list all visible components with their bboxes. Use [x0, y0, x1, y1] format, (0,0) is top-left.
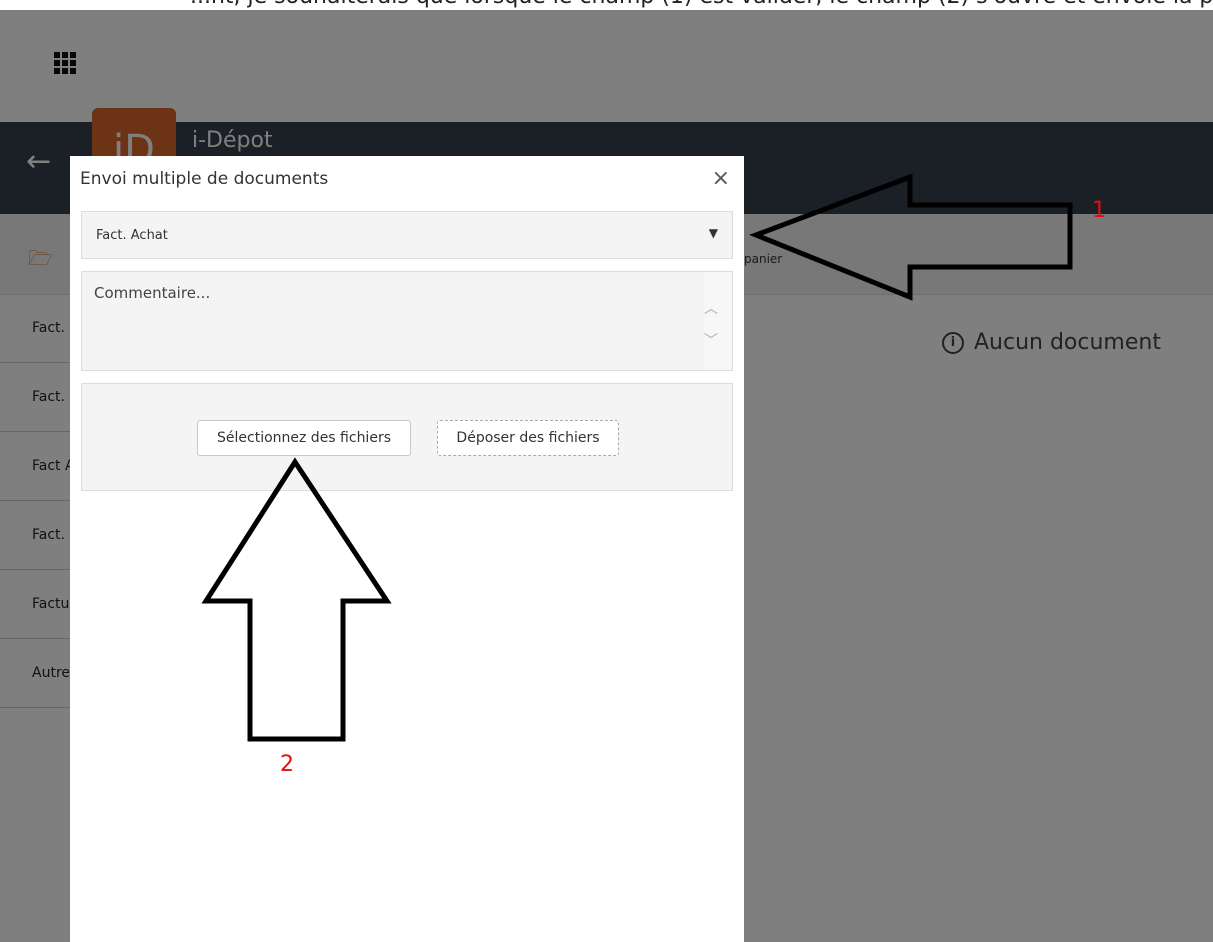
- select-files-button[interactable]: Sélectionnez des fichiers: [197, 420, 411, 456]
- empty-message-text: Aucun document: [974, 330, 1161, 355]
- dialog-title: Envoi multiple de documents: [80, 169, 329, 189]
- file-drop-zone[interactable]: Sélectionnez des fichiers Déposer des fi…: [81, 383, 733, 491]
- close-icon[interactable]: ×: [712, 166, 730, 191]
- empty-message: i Aucun document: [942, 330, 1161, 355]
- upload-dialog: Envoi multiple de documents × Fact. Acha…: [70, 156, 744, 942]
- chevron-down-icon[interactable]: ﹀: [704, 330, 718, 350]
- top-caption: ...nt, je souhaiterais que lorsque le ch…: [0, 0, 1213, 10]
- chevron-up-icon[interactable]: ︿: [704, 298, 718, 318]
- drop-files-button[interactable]: Déposer des fichiers: [437, 420, 619, 456]
- comment-textarea[interactable]: Commentaire... ︿ ﹀: [81, 271, 733, 371]
- caret-down-icon: ▼: [708, 226, 718, 240]
- caption-text: ...nt, je souhaiterais que lorsque le ch…: [190, 0, 1213, 9]
- annotation-label-2: 2: [280, 752, 294, 777]
- document-type-select[interactable]: Fact. Achat ▼: [81, 211, 733, 259]
- document-type-value: Fact. Achat: [96, 228, 168, 243]
- comment-placeholder: Commentaire...: [94, 284, 211, 302]
- textarea-scrollbar[interactable]: [704, 272, 732, 370]
- info-icon: i: [942, 332, 964, 354]
- annotation-label-1: 1: [1092, 198, 1106, 223]
